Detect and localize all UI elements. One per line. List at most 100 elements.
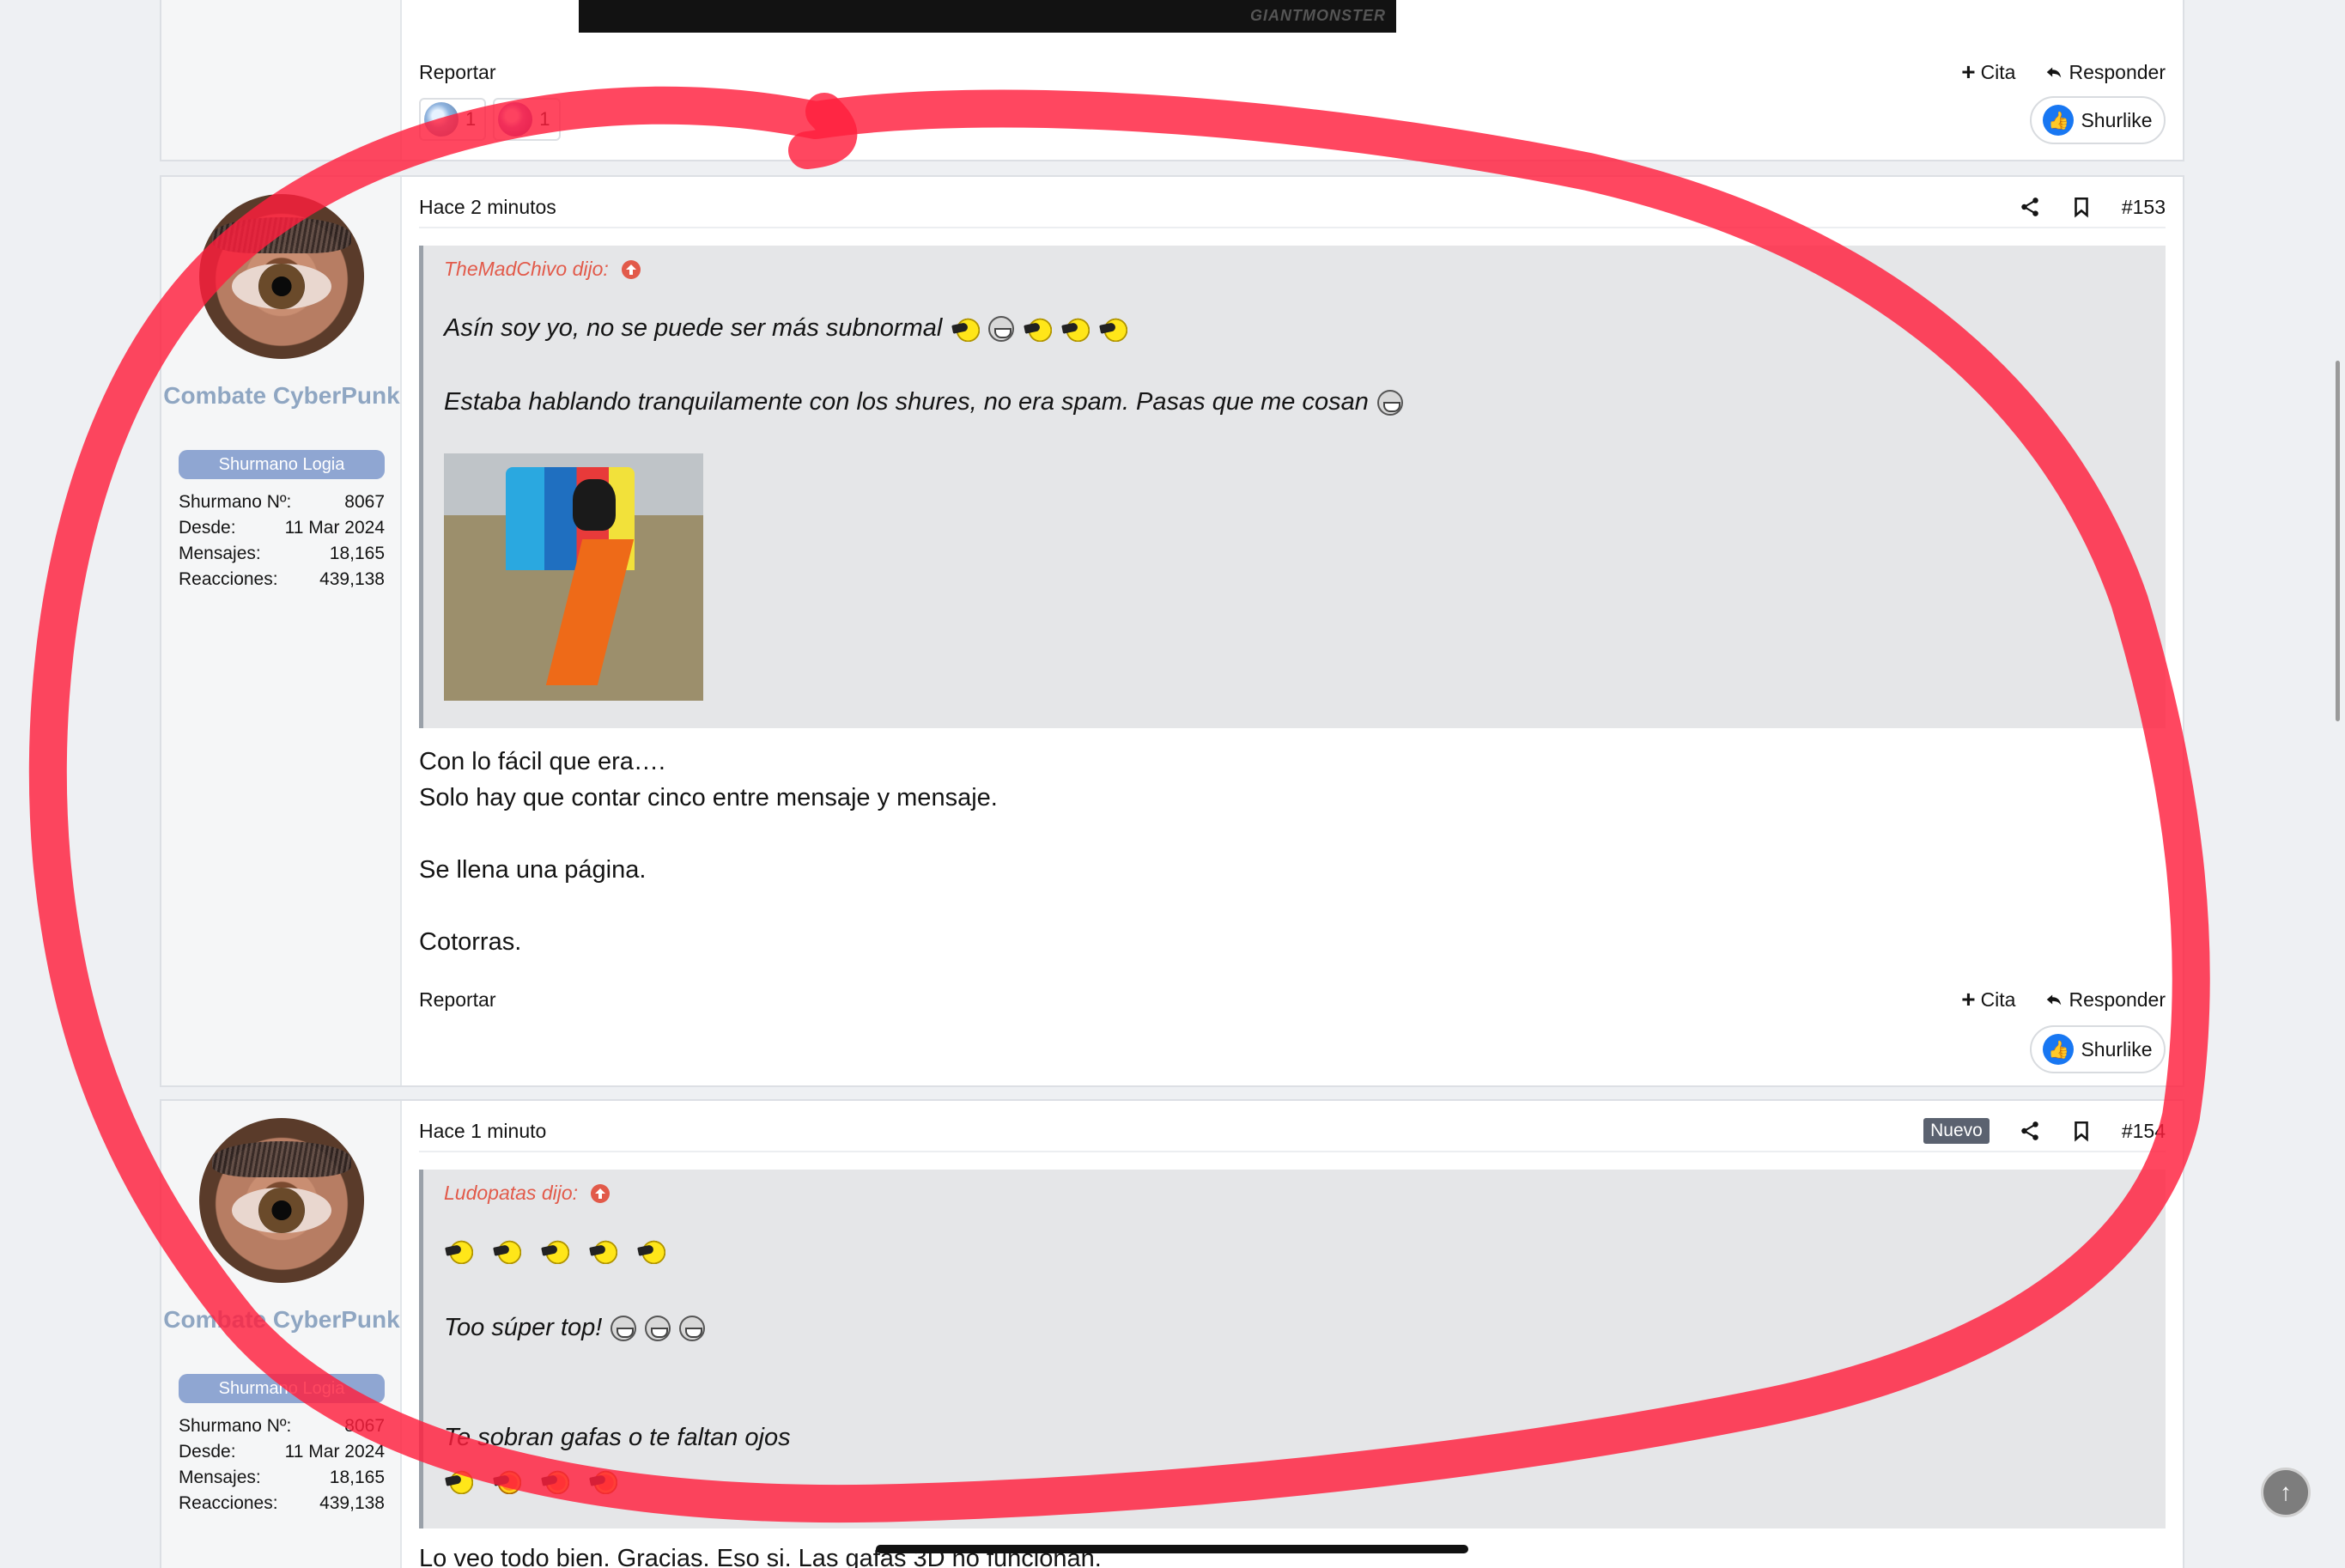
stat-label: Shurmano Nº:: [179, 492, 292, 512]
post-number[interactable]: #154: [2122, 1120, 2166, 1143]
username[interactable]: Combate CyberPunk: [161, 1304, 402, 1336]
smiley-row: [444, 1468, 617, 1494]
arrow-up-icon: ↑: [2280, 1479, 2292, 1505]
reaction-count: 1: [539, 108, 550, 130]
plus-icon: +: [1961, 986, 1976, 1012]
stat-label: Reacciones:: [179, 569, 278, 589]
smiley-icon: [951, 315, 981, 342]
quote-author-name: Ludopatas dijo:: [444, 1182, 579, 1204]
thumbs-up-icon: 👍: [2043, 1034, 2075, 1065]
sunglasses-smiley-icon: [588, 1238, 617, 1264]
arrow-up-circle-icon[interactable]: [590, 1183, 611, 1204]
reaction-item[interactable]: 1: [419, 98, 487, 141]
post-header: Hace 2 minutos #153: [419, 187, 2166, 228]
reaction-item[interactable]: 1: [493, 98, 561, 141]
user-title-badge: Shurmano Logia: [179, 450, 385, 479]
post-152: GIANTMONSTER Reportar + Cita Responder 1: [160, 0, 2184, 161]
smiley-icon: [1060, 315, 1090, 342]
iris-graphic: [258, 1187, 305, 1234]
post-number[interactable]: #153: [2122, 196, 2166, 219]
stat-row: Shurmano Nº: 8067: [179, 489, 385, 515]
report-link[interactable]: Reportar: [419, 988, 495, 1012]
post-actions: + Cita Responder: [1961, 986, 2166, 1013]
arrow-up-circle-icon[interactable]: [621, 259, 641, 280]
post-header: Hace 1 minuto Nuevo #154: [419, 1111, 2166, 1152]
fire-smiley-icon: [540, 1468, 569, 1494]
scroll-to-top-button[interactable]: ↑: [2261, 1468, 2311, 1517]
fire-smiley-icon: [492, 1468, 521, 1494]
quote-line: Estaba hablando tranquilamente con los s…: [444, 388, 1403, 416]
eyebrow-graphic: [212, 1140, 351, 1178]
reply-button[interactable]: Responder: [2044, 988, 2166, 1012]
blue-orb-reaction-icon: [424, 102, 459, 137]
stat-row: Shurmano Nº: 8067: [179, 1413, 385, 1439]
iris-graphic: [258, 263, 305, 310]
quote-text: Too súper top!: [444, 1314, 603, 1341]
post-153: Combate CyberPunk Shurmano Logia Shurman…: [160, 175, 2184, 1087]
quote-author-name: TheMadChivo dijo:: [444, 258, 609, 280]
avatar[interactable]: [199, 1118, 364, 1283]
stat-row: Desde: 11 Mar 2024: [179, 1439, 385, 1465]
quoted-gif-image[interactable]: [444, 453, 703, 701]
home-indicator: [876, 1545, 1468, 1553]
report-link[interactable]: Reportar: [419, 61, 495, 84]
stat-value: 8067: [344, 1416, 385, 1436]
user-stats: Shurmano Nº: 8067 Desde: 11 Mar 2024 Mensa…: [179, 1413, 385, 1516]
quote-button[interactable]: + Cita: [1961, 986, 2015, 1013]
laughing-face-icon: [645, 1315, 671, 1341]
reply-button[interactable]: Responder: [2044, 61, 2166, 84]
post-154: Combate CyberPunk Shurmano Logia Shurman…: [160, 1099, 2184, 1568]
share-icon[interactable]: [2019, 196, 2041, 218]
stat-row: Reacciones: 439,138: [179, 567, 385, 593]
sunglasses-smiley-icon: [444, 1238, 473, 1264]
quote-text: Estaba hablando tranquilamente con los s…: [444, 388, 1369, 416]
trophy-smiley-icon: [1023, 315, 1053, 342]
shurlike-button[interactable]: 👍 Shurlike: [2030, 96, 2166, 144]
dog-graphic: [573, 479, 616, 531]
avatar[interactable]: [199, 194, 364, 359]
post-text: Con lo fácil que era…. Solo hay que cont…: [419, 744, 998, 960]
stat-value: 18,165: [329, 544, 385, 563]
post-date[interactable]: Hace 2 minutos: [419, 196, 556, 219]
stat-label: Desde:: [179, 1442, 236, 1462]
reaction-summary[interactable]: 1 1: [419, 98, 561, 141]
shurlike-button[interactable]: 👍 Shurlike: [2030, 1025, 2166, 1073]
quote-author[interactable]: Ludopatas dijo:: [444, 1182, 611, 1205]
user-column: Combate CyberPunk Shurmano Logia Shurman…: [161, 1101, 402, 1568]
stat-value: 439,138: [319, 1493, 385, 1513]
user-title-badge: Shurmano Logia: [179, 1374, 385, 1403]
grin-face-icon: [1376, 389, 1403, 416]
quote-block: Ludopatas dijo: Too súper top! Te sobran…: [419, 1170, 2166, 1528]
stat-value: 11 Mar 2024: [284, 1442, 385, 1462]
grin-face-icon: [988, 315, 1015, 342]
stat-label: Reacciones:: [179, 1493, 278, 1513]
username[interactable]: Combate CyberPunk: [161, 380, 402, 412]
stat-value: 439,138: [319, 569, 385, 589]
plus-icon: +: [1961, 58, 1976, 85]
stat-value: 18,165: [329, 1468, 385, 1487]
post-body: Hace 2 minutos #153 TheMadChivo dijo: As…: [419, 177, 2166, 1085]
bookmark-icon[interactable]: [2070, 1120, 2093, 1142]
reply-label: Responder: [2069, 988, 2166, 1011]
reply-arrow-icon: [2047, 67, 2062, 78]
quote-author[interactable]: TheMadChivo dijo:: [444, 258, 641, 281]
reply-label: Responder: [2069, 60, 2166, 83]
quote-text: Asín soy yo, no se puede ser más subnorm…: [444, 314, 943, 342]
quote-line: Too súper top!: [444, 1314, 706, 1342]
eyebrow-graphic: [212, 216, 351, 254]
stat-label: Desde:: [179, 518, 236, 538]
post-header-actions: Nuevo #154: [1923, 1118, 2166, 1144]
smiley-row: [444, 1238, 665, 1264]
stat-row: Mensajes: 18,165: [179, 1465, 385, 1491]
post-footer: Reportar + Cita Responder: [419, 58, 2166, 86]
bookmark-icon[interactable]: [2070, 196, 2093, 218]
post-date[interactable]: Hace 1 minuto: [419, 1120, 546, 1143]
post-text-line: Se llena una página.: [419, 856, 647, 884]
post-text-line: Solo hay que contar cinco entre mensaje …: [419, 784, 998, 811]
scrollbar-thumb[interactable]: [2336, 361, 2340, 721]
reaction-count: 1: [465, 108, 477, 130]
quote-button[interactable]: + Cita: [1961, 58, 2015, 86]
share-icon[interactable]: [2019, 1120, 2041, 1142]
